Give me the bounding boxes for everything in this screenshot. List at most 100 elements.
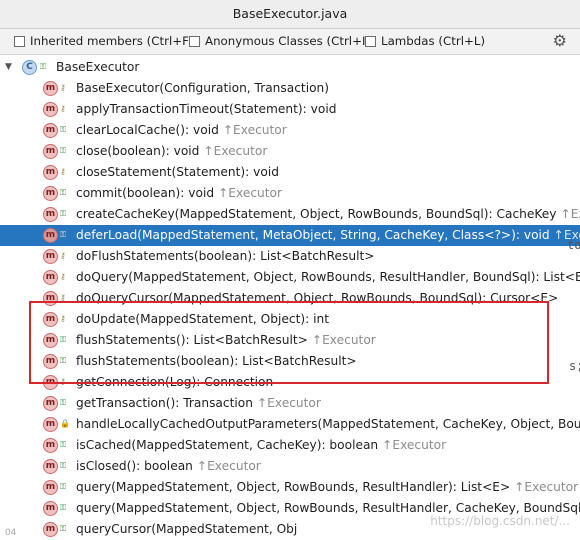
lambdas-label: Lambdas (Ctrl+L) [381,34,485,48]
method-row[interactable]: m🔒 handleLocallyCachedOutputParameters(Ma… [0,414,580,435]
method-signature: close(boolean): void↑Executor [76,141,267,162]
public-visibility-icon: ⚿ [60,356,66,366]
lambdas-option[interactable]: Lambdas (Ctrl+L) [365,34,485,48]
method-row[interactable]: m⚷doQueryCursor(MappedStatement, Object,… [0,288,580,309]
public-visibility-icon: ⚿ [60,482,66,492]
method-row[interactable]: m⚿deferLoad(MappedStatement, MetaObject,… [0,225,580,246]
protected-visibility-icon: ⚷ [60,83,66,93]
method-icon: m [43,102,58,117]
inherited-from-label: ↑Executor [223,123,287,137]
method-signature-text: flushStatements(): List<BatchResult> [76,333,308,347]
private-visibility-icon: 🔒 [60,419,70,429]
expand-arrow-icon[interactable]: ▼ [5,57,12,78]
watermark: https://blog.csdn.net/... [430,514,570,528]
method-icon: m [43,522,58,537]
anonymous-classes-checkbox[interactable] [189,36,200,47]
inherited-from-label: ↑Executor [197,459,261,473]
anonymous-classes-option[interactable]: Anonymous Classes (Ctrl+I) [189,34,370,48]
method-signature: doUpdate(MappedStatement, Object): int [76,309,329,330]
method-icon: m [43,186,58,201]
method-icon: m [43,459,58,474]
method-icon: m [43,270,58,285]
method-row[interactable]: m⚷getConnection(Log): Connection [0,372,580,393]
method-row[interactable]: m⚿close(boolean): void↑Executor [0,141,580,162]
method-signature: doQueryCursor(MappedStatement, Object, R… [76,288,558,309]
method-row[interactable]: m⚷closeStatement(Statement): void [0,162,580,183]
method-row[interactable]: m⚷BaseExecutor(Configuration, Transactio… [0,78,580,99]
options-bar: Inherited members (Ctrl+F3) Anonymous Cl… [0,29,580,55]
method-row[interactable]: m⚷doQuery(MappedStatement, Object, RowBo… [0,267,580,288]
method-signature-text: applyTransactionTimeout(Statement): void [76,102,336,116]
method-row[interactable]: m⚿ flushStatements(): List<BatchResult>↑E… [0,330,580,351]
anonymous-classes-label: Anonymous Classes (Ctrl+I) [205,34,370,48]
method-row[interactable]: m⚷doFlushStatements(boolean): List<Batch… [0,246,580,267]
public-visibility-icon: ⚿ [40,62,46,72]
method-signature: query(MappedStatement, Object, RowBounds… [76,477,578,498]
method-signature: isCached(MappedStatement, CacheKey): boo… [76,435,446,456]
method-signature: clearLocalCache(): void ↑Executor [76,120,287,141]
method-signature-text: deferLoad(MappedStatement, MetaObject, S… [76,228,550,242]
method-row[interactable]: m⚿clearLocalCache(): void↑Executor [0,120,580,141]
method-signature-text: doQueryCursor(MappedStatement, Object, R… [76,291,558,305]
method-icon: m [43,228,58,243]
method-signature-text: isCached(MappedStatement, CacheKey): boo… [76,438,378,452]
method-icon: m [43,375,58,390]
inherited-members-checkbox[interactable] [14,36,25,47]
gear-icon[interactable]: ⚙ [553,31,567,50]
method-signature-text: doQuery(MappedStatement, Object, RowBoun… [76,270,580,284]
method-signature: commit(boolean): void↑Executor [76,183,282,204]
method-row[interactable]: m⚷doUpdate(MappedStatement, Object): int [0,309,580,330]
method-signature: doFlushStatements(boolean): List<BatchRe… [76,246,375,267]
inherited-members-option[interactable]: Inherited members (Ctrl+F3) [14,34,201,48]
public-visibility-icon: ⚿ [60,503,66,513]
method-signature: closeStatement(Statement): void [76,162,279,183]
method-signature-text: close(boolean): void [76,144,199,158]
method-signature-text: clearLocalCache(): void [76,123,219,137]
structure-tree[interactable]: ▼ C ⚿ BaseExecutor m⚷BaseExecutor(Config… [0,55,580,540]
lambdas-checkbox[interactable] [365,36,376,47]
method-signature: getTransaction(): Transaction ↑Executor [76,393,321,414]
method-signature-text: createCacheKey(MappedStatement, Object, … [76,207,557,221]
window-title-bar: BaseExecutor.java [0,0,580,29]
method-row[interactable]: m⚿isCached(MappedStatement, CacheKey): b… [0,435,580,456]
protected-visibility-icon: ⚷ [60,167,66,177]
method-signature-text: query(MappedStatement, Object, RowBounds… [76,480,510,494]
method-signature-text: queryCursor(MappedStatement, Obj [76,522,297,536]
method-icon: m [43,333,58,348]
method-signature-text: isClosed(): boolean [76,459,193,473]
method-signature: flushStatements(): List<BatchResult>↑Exe… [76,330,376,351]
method-icon: m [43,312,58,327]
method-row[interactable]: m⚿ flushStatements(boolean): List<BatchRe… [0,351,580,372]
line-number: 04 [5,528,16,538]
method-signature-text: flushStatements(boolean): List<BatchResu… [76,354,357,368]
inherited-from-label: ↑Executor [257,396,321,410]
class-node-baseexecutor[interactable]: ▼ C ⚿ BaseExecutor [0,57,580,78]
method-signature-text: getTransaction(): Transaction [76,396,253,410]
public-visibility-icon: ⚿ [60,125,66,135]
method-signature: handleLocallyCachedOutputParameters(Mapp… [76,414,580,435]
method-signature-text: doUpdate(MappedStatement, Object): int [76,312,329,326]
method-row[interactable]: m⚿isClosed(): boolean↑Executor [0,456,580,477]
method-icon: m [43,291,58,306]
method-icon: m [43,354,58,369]
method-icon: m [43,417,58,432]
public-visibility-icon: ⚿ [60,335,66,345]
method-row[interactable]: m⚿ commit(boolean): void↑Executor [0,183,580,204]
method-signature: applyTransactionTimeout(Statement): void [76,99,336,120]
method-row[interactable]: m⚷applyTransactionTimeout(Statement): vo… [0,99,580,120]
method-row[interactable]: m⚿getTransaction(): Transaction↑Executor [0,393,580,414]
inherited-from-label: ↑Exec [561,207,580,221]
method-row[interactable]: m⚿createCacheKey(MappedStatement, Object… [0,204,580,225]
method-signature-text: commit(boolean): void [76,186,214,200]
public-visibility-icon: ⚿ [60,188,66,198]
background-code-fragment-2: s; [569,359,580,373]
method-signature: flushStatements(boolean): List<BatchResu… [76,351,357,372]
method-row[interactable]: m⚿query(MappedStatement, Object, RowBoun… [0,477,580,498]
inherited-from-label: ↑Executor [382,438,446,452]
method-signature-text: doFlushStatements(boolean): List<BatchRe… [76,249,375,263]
background-code-fragment: to [567,238,580,252]
method-signature: getConnection(Log): Connection [76,372,273,393]
public-visibility-icon: ⚿ [60,146,66,156]
method-icon: m [43,81,58,96]
method-signature-text: getConnection(Log): Connection [76,375,273,389]
